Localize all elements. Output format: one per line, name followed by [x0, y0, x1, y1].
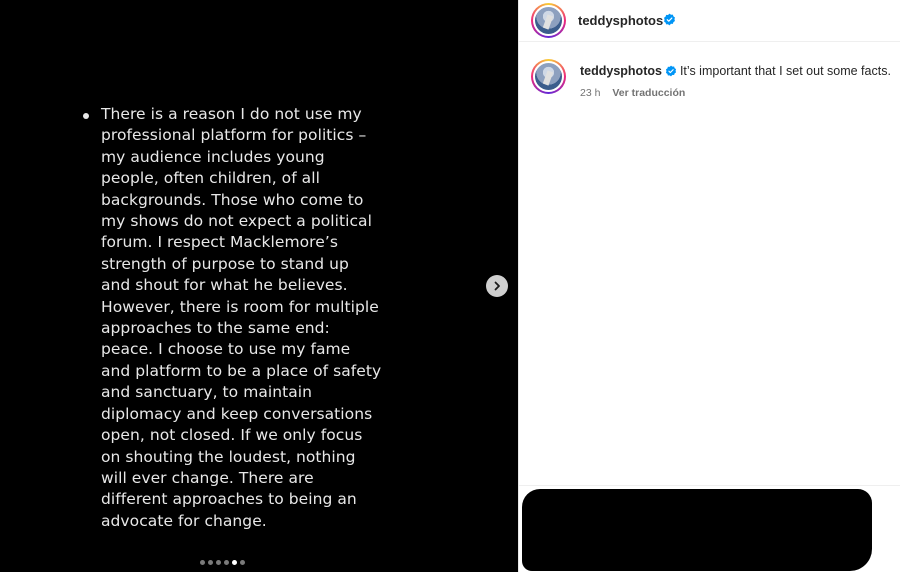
- verified-badge-icon: [664, 13, 675, 26]
- post-details-panel: teddysphotos teddysphotos It’s important…: [518, 0, 900, 572]
- chevron-right-icon: [494, 281, 500, 291]
- header-username[interactable]: teddysphotos: [578, 13, 663, 28]
- slide-dot: [208, 560, 213, 565]
- post-header: teddysphotos: [519, 0, 900, 42]
- slide-dot: [240, 560, 245, 565]
- timestamp: 23 h: [580, 87, 601, 99]
- avatar[interactable]: [531, 59, 566, 94]
- caption-username[interactable]: teddysphotos: [580, 64, 662, 78]
- redacted-area: [522, 489, 872, 571]
- caption-meta: 23 h Ver traducción: [580, 87, 685, 99]
- divider: [519, 485, 900, 486]
- slide-dot: [216, 560, 221, 565]
- next-slide-button[interactable]: [486, 275, 508, 297]
- caption-line: teddysphotos It’s important that I set o…: [580, 64, 891, 78]
- bullet-point-icon: [83, 113, 89, 119]
- slide-dot: [224, 560, 229, 565]
- caption-text: It’s important that I set out some facts…: [679, 64, 891, 78]
- slide-indicator: [200, 560, 245, 565]
- translate-link[interactable]: Ver traducción: [612, 87, 685, 99]
- caption-comment: teddysphotos It’s important that I set o…: [519, 57, 900, 107]
- slide-text: There is a reason I do not use my profes…: [101, 105, 382, 530]
- post-media: There is a reason I do not use my profes…: [0, 0, 518, 572]
- avatar[interactable]: [531, 3, 566, 38]
- slide-dot: [200, 560, 205, 565]
- slide-dot: [232, 560, 237, 565]
- verified-badge-icon: [665, 65, 676, 77]
